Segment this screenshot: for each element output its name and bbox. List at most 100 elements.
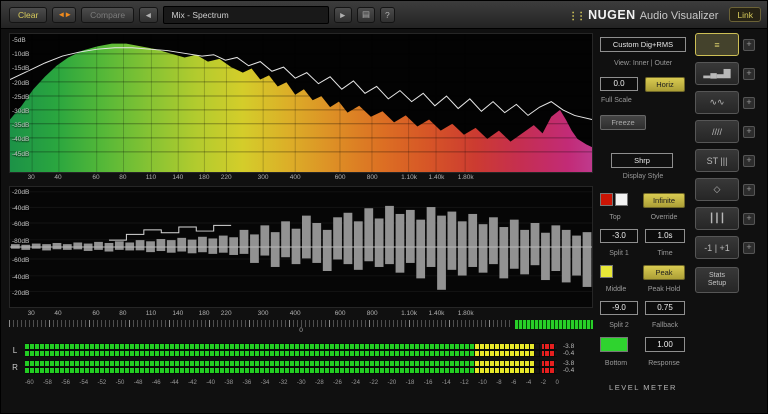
meter-row-right: R -3.8 -0.4: [9, 359, 593, 375]
add-correlation-view-button[interactable]: +: [743, 241, 755, 254]
add-vectorscope-view-button[interactable]: +: [743, 183, 755, 196]
split-bar: [499, 227, 509, 279]
meter-bar-right[interactable]: [25, 360, 557, 374]
split-bar: [166, 240, 176, 253]
spectrogram-view-button[interactable]: ////: [695, 120, 739, 143]
zoom-ruler[interactable]: 0: [9, 320, 593, 334]
freq-label: 600: [334, 174, 346, 181]
split-bar: [333, 217, 342, 260]
freq-label: 60: [92, 310, 100, 317]
view-row: ST ||| +: [695, 149, 767, 172]
split-bar: [291, 228, 301, 265]
add-stereo-view-button[interactable]: +: [743, 154, 755, 167]
split-bar: [281, 221, 290, 258]
correlation-view-button[interactable]: -1 | +1: [695, 236, 739, 259]
add-level-meter-view-button[interactable]: +: [743, 38, 755, 51]
split-bar: [374, 218, 384, 267]
menu-button[interactable]: ▤: [356, 6, 375, 23]
split2-field[interactable]: -9.0: [600, 301, 638, 315]
freq-label: 110: [145, 310, 157, 317]
led-strip: [25, 368, 557, 373]
meter-mode-select[interactable]: Custom Dig+RMS: [600, 37, 686, 52]
led-strip: [25, 344, 557, 349]
scale-label: -50: [115, 380, 125, 386]
split-bar: [114, 241, 124, 250]
swap-button[interactable]: ◄►: [52, 6, 77, 23]
stats-line2: Setup: [707, 280, 727, 287]
freq-label: 1.40k: [428, 174, 445, 181]
led-strip: [25, 361, 557, 366]
infinite-button[interactable]: Infinite: [643, 193, 685, 208]
peak-readout: -0.4: [563, 367, 575, 374]
middle-color-swatch[interactable]: [600, 265, 613, 278]
top-label: Top: [609, 214, 621, 221]
help-button[interactable]: ?: [380, 6, 395, 23]
split2-label: Split 2: [609, 322, 629, 329]
meter-bar-left[interactable]: [25, 343, 557, 357]
response-field[interactable]: 1.00: [645, 337, 685, 352]
bars-view-button[interactable]: ┃┃┃: [695, 207, 739, 230]
link-button[interactable]: Link: [729, 7, 761, 22]
freq-label: 40: [54, 174, 62, 181]
stats-setup-button[interactable]: Stats Setup: [695, 267, 739, 293]
clear-button[interactable]: Clear: [9, 6, 48, 23]
led-strip: [25, 351, 557, 356]
split-bar: [229, 237, 239, 255]
fallback-field[interactable]: 0.75: [645, 301, 685, 315]
prev-preset-button[interactable]: ◄: [139, 6, 158, 23]
scale-label: -16: [423, 380, 433, 386]
scale-label: -42: [188, 380, 197, 386]
scale-label: -54: [79, 380, 89, 386]
time-field[interactable]: 1.0s: [645, 229, 685, 243]
spectrum-display[interactable]: -5dB -10dB -15dB -20dB -25dB -30dB -35dB -40dB -…: [9, 33, 593, 173]
level-meter-view-button[interactable]: ≡: [695, 33, 739, 56]
add-histogram-view-button[interactable]: +: [743, 67, 755, 80]
vectorscope-view-button[interactable]: ◇: [695, 178, 739, 201]
ruler-ticks: [9, 320, 511, 327]
scale-label: -8: [496, 380, 502, 386]
view-toggle[interactable]: View: Inner | Outer: [599, 60, 687, 67]
top-color-swatch[interactable]: [600, 193, 613, 206]
top-color-swatch-alt[interactable]: [615, 193, 628, 206]
split1-field[interactable]: -3.0: [600, 229, 638, 243]
view-row: ◇ +: [695, 178, 767, 201]
preset-selector[interactable]: Mix - Spectrum: [162, 5, 329, 24]
freq-label: 1.80k: [457, 174, 474, 181]
histogram-view-button[interactable]: ▂▄▃▇: [695, 62, 739, 85]
spectrum-area: [10, 43, 592, 172]
scale-label: -56: [61, 380, 70, 386]
split-bar: [468, 213, 478, 267]
display-style-select[interactable]: Shrp: [611, 153, 673, 168]
brand-suffix: Audio Visualizer: [639, 9, 719, 22]
topbar: Clear ◄► Compare ◄ Mix - Spectrum ► ▤ ? …: [1, 1, 767, 29]
level-meter-label: LEVEL METER: [609, 383, 677, 392]
peak-button[interactable]: Peak: [643, 265, 685, 280]
freq-label: 400: [289, 174, 301, 181]
freq-label: 30: [27, 310, 35, 317]
add-bars-view-button[interactable]: +: [743, 212, 755, 225]
meter-scale: -60 -58 -56 -54 -52 -50 -48 -46 -44 -42 -40 -38 -36-…: [25, 380, 559, 386]
brand: ⋮⋮ NUGEN Audio Visualizer: [568, 8, 718, 22]
compare-button[interactable]: Compare: [81, 6, 135, 23]
stereo-view-button[interactable]: ST |||: [695, 149, 739, 172]
split-bar: [416, 219, 426, 279]
bottom-color-swatch[interactable]: [600, 337, 628, 352]
visualizer-window: Clear ◄► Compare ◄ Mix - Spectrum ► ▤ ? …: [0, 0, 768, 414]
freeze-button[interactable]: Freeze: [600, 115, 646, 130]
freq-label: 40: [54, 310, 62, 317]
split-display[interactable]: -20dB -40dB -60dB -80dB -60dB -40dB -20dB: [9, 186, 593, 308]
add-spectrogram-view-button[interactable]: +: [743, 125, 755, 138]
next-preset-button[interactable]: ►: [333, 6, 352, 23]
override-label: Override: [650, 214, 678, 221]
scale-label: -12: [460, 380, 469, 386]
meter-readout-right[interactable]: -3.8 -0.4: [561, 360, 591, 374]
waveform-view-button[interactable]: ∿∿: [695, 91, 739, 114]
scale-value-field[interactable]: 0.0: [600, 77, 638, 91]
freq-label: 180: [198, 310, 210, 317]
meter-readout-left[interactable]: -3.8 -0.4: [561, 343, 591, 357]
add-waveform-view-button[interactable]: +: [743, 96, 755, 109]
view-row: ∿∿ +: [695, 91, 767, 114]
scale-label: -14: [441, 380, 451, 386]
freq-label: 80: [119, 174, 127, 181]
horiz-button[interactable]: Horiz: [645, 77, 685, 92]
